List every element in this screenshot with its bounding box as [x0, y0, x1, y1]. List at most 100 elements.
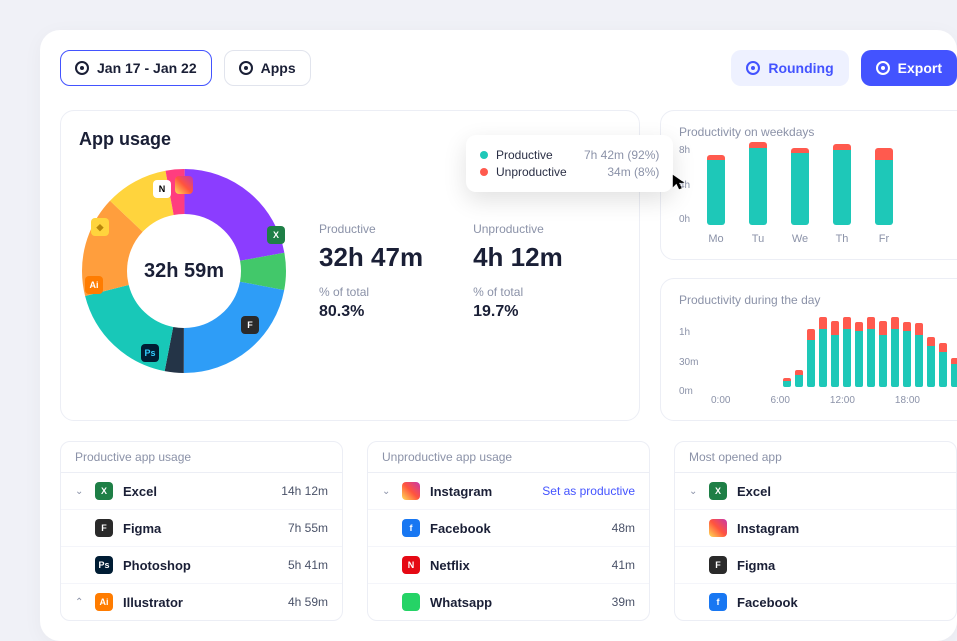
cursor-icon — [671, 173, 689, 191]
unproductive-list-card: Unproductive app usage ⌄InstagramSet as … — [367, 441, 650, 621]
list-item[interactable]: Ps Photoshop 5h 41m — [61, 547, 342, 584]
app-time: 7h 55m — [288, 521, 328, 535]
toolbar: Jan 17 - Jan 22 Apps Rounding Export — [60, 50, 957, 86]
list-item[interactable]: Whatsapp 39m — [368, 584, 649, 620]
usage-donut-chart: 32h 59m N X F Ps Ai ◆ — [79, 166, 289, 376]
calendar-icon — [75, 61, 89, 75]
most-opened-list-card: Most opened app ⌄XExcelInstagramFFigmafF… — [674, 441, 957, 621]
hourly-bar[interactable] — [819, 317, 827, 387]
hourly-bar[interactable] — [783, 378, 791, 387]
productive-list-card: Productive app usage ⌄XExcel14h 12mFFigm… — [60, 441, 343, 621]
hourly-bar[interactable] — [927, 337, 935, 387]
list-item[interactable]: F Figma 7h 55m — [61, 510, 342, 547]
app-icon: F — [709, 556, 727, 574]
app-icon: F — [95, 519, 113, 537]
hourly-bar[interactable] — [807, 329, 815, 387]
list-item[interactable]: ⌄XExcel — [675, 473, 956, 510]
app-icon — [709, 519, 727, 537]
weekday-bar[interactable] — [749, 142, 767, 225]
hourly-bar[interactable] — [795, 370, 803, 388]
unproductive-stat: Unproductive 4h 12m % of total 19.7% — [473, 222, 563, 321]
excel-icon: X — [267, 226, 285, 244]
sketch-icon: ◆ — [91, 218, 109, 236]
app-name: Illustrator — [123, 595, 278, 610]
hourly-bar[interactable] — [891, 317, 899, 387]
list-item[interactable]: ⌃ Ai Illustrator 4h 59m — [61, 584, 342, 620]
export-label: Export — [898, 60, 942, 76]
app-name: Whatsapp — [430, 595, 602, 610]
hourly-bars — [711, 317, 957, 387]
app-time: 39m — [612, 595, 635, 609]
rounding-button[interactable]: Rounding — [731, 50, 848, 86]
figma-icon: F — [241, 316, 259, 334]
app-name: Figma — [123, 521, 278, 536]
list-item[interactable]: ⌄XExcel14h 12m — [61, 473, 342, 510]
list-item[interactable]: f Facebook 48m — [368, 510, 649, 547]
hourly-bar[interactable] — [951, 358, 957, 387]
weekday-bar[interactable] — [791, 148, 809, 225]
app-time: 41m — [612, 558, 635, 572]
weekday-bar[interactable] — [833, 144, 851, 225]
list-item[interactable]: F Figma — [675, 547, 956, 584]
hourly-productivity-card: Productivity during the day 1h 30m 0m 0:… — [660, 278, 957, 421]
list-item[interactable]: ⌄ Instagram Set as productive — [368, 473, 649, 510]
hourly-bar[interactable] — [831, 321, 839, 388]
app-icon: Ai — [95, 593, 113, 611]
weekday-chart-title: Productivity on weekdays — [679, 125, 957, 139]
hourly-bar[interactable] — [867, 317, 875, 387]
app-name: Instagram — [430, 484, 532, 499]
hourly-chart-title: Productivity during the day — [679, 293, 957, 307]
app-icon: N — [402, 556, 420, 574]
rounding-icon — [746, 61, 760, 75]
apps-label: Apps — [261, 60, 296, 76]
app-icon: f — [402, 519, 420, 537]
date-range-label: Jan 17 - Jan 22 — [97, 60, 197, 76]
hourly-bar[interactable] — [939, 343, 947, 387]
app-name: Figma — [737, 558, 942, 573]
app-name: Excel — [123, 484, 271, 499]
apps-icon — [239, 61, 253, 75]
app-icon — [402, 482, 420, 500]
app-time: 14h 12m — [281, 484, 328, 498]
export-icon — [876, 61, 890, 75]
hourly-bar[interactable] — [843, 317, 851, 387]
app-icon — [402, 593, 420, 611]
app-name: Facebook — [430, 521, 602, 536]
list-item[interactable]: Instagram — [675, 510, 956, 547]
chevron-icon: ⌃ — [75, 597, 85, 608]
app-time: 48m — [612, 521, 635, 535]
app-time: 5h 41m — [288, 558, 328, 572]
weekday-productivity-card: Productivity on weekdays 8h 4h 0h MoTuWe… — [660, 110, 957, 260]
app-name: Netflix — [430, 558, 602, 573]
app-icon: Ps — [95, 556, 113, 574]
export-button[interactable]: Export — [861, 50, 957, 86]
notion-icon: N — [153, 180, 171, 198]
apps-button[interactable]: Apps — [224, 50, 311, 86]
app-name: Photoshop — [123, 558, 278, 573]
chart-tooltip: Productive7h 42m (92%) Unproductive34m (… — [466, 135, 673, 192]
illustrator-icon: Ai — [85, 276, 103, 294]
hourly-bar[interactable] — [915, 323, 923, 387]
photoshop-icon: Ps — [141, 344, 159, 362]
list-item[interactable]: N Netflix 41m — [368, 547, 649, 584]
weekday-bars — [707, 145, 957, 225]
date-range-button[interactable]: Jan 17 - Jan 22 — [60, 50, 212, 86]
chevron-icon: ⌄ — [382, 486, 392, 497]
productive-stat: Productive 32h 47m % of total 80.3% — [319, 222, 423, 321]
app-name: Instagram — [737, 521, 942, 536]
app-icon: f — [709, 593, 727, 611]
hourly-bar[interactable] — [855, 322, 863, 387]
weekday-bar[interactable] — [875, 148, 893, 225]
chevron-icon: ⌄ — [75, 486, 85, 497]
app-time: 4h 59m — [288, 595, 328, 609]
list-item[interactable]: f Facebook — [675, 584, 956, 620]
donut-total: 32h 59m — [79, 166, 289, 376]
app-name: Facebook — [737, 595, 942, 610]
chevron-icon: ⌄ — [689, 486, 699, 497]
hourly-bar[interactable] — [879, 321, 887, 388]
weekday-bar[interactable] — [707, 155, 725, 225]
rounding-label: Rounding — [768, 60, 833, 76]
hourly-bar[interactable] — [903, 322, 911, 387]
set-productive-link[interactable]: Set as productive — [542, 484, 635, 498]
app-name: Excel — [737, 484, 942, 499]
